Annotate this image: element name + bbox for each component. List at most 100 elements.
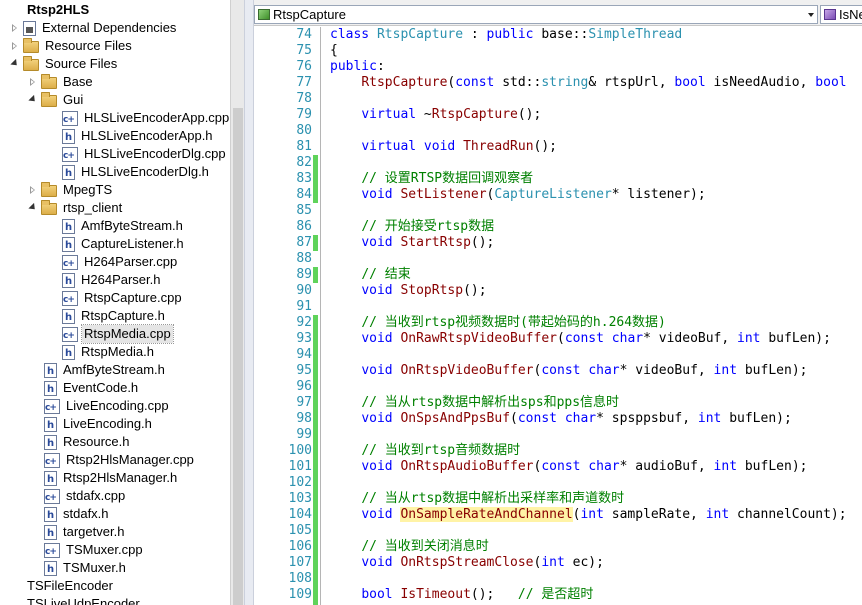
tree-item[interactable]: RtspCapture.cpp bbox=[62, 289, 184, 309]
collapsed-arrow-icon[interactable] bbox=[28, 73, 38, 91]
tree-item-label: EventCode.h bbox=[63, 380, 139, 395]
code-keyword: const bbox=[541, 459, 581, 474]
tree-item[interactable]: Rtsp2HlsManager.h bbox=[44, 469, 179, 489]
tree-item[interactable]: External Dependencies bbox=[10, 19, 178, 37]
tree-item[interactable]: HLSLiveEncoderApp.cpp bbox=[62, 109, 230, 129]
tree-item[interactable]: Gui bbox=[28, 91, 85, 109]
tree-item[interactable]: H264Parser.cpp bbox=[62, 253, 179, 273]
line-number: 98 bbox=[296, 411, 312, 426]
cpp-file-icon bbox=[44, 542, 60, 561]
collapsed-arrow-icon[interactable] bbox=[28, 181, 38, 199]
tree-item[interactable]: HLSLiveEncoderApp.h bbox=[62, 127, 215, 147]
solution-explorer-scrollbar[interactable] bbox=[230, 0, 244, 605]
tree-item[interactable]: Source Files bbox=[10, 55, 119, 73]
code-comment: // 当收到rtsp视频数据时(带起始码的h.264数据) bbox=[361, 315, 666, 330]
pane-splitter[interactable] bbox=[244, 0, 254, 605]
tree-item[interactable]: H264Parser.h bbox=[62, 271, 163, 291]
tree-item[interactable]: AmfByteStream.h bbox=[62, 217, 185, 237]
code-keyword: void bbox=[361, 363, 393, 378]
code-keyword: int bbox=[541, 555, 565, 570]
tree-item[interactable]: targetver.h bbox=[44, 523, 126, 543]
collapsed-arrow-icon[interactable] bbox=[10, 19, 20, 37]
tree-item[interactable]: TSMuxer.h bbox=[44, 559, 128, 579]
code-text: isNeedAudio, bbox=[705, 75, 816, 90]
code-line: virtual void ThreadRun(); bbox=[330, 139, 557, 155]
tree-item[interactable]: RtspCapture.h bbox=[62, 307, 167, 327]
tree-item[interactable]: RtspMedia.h bbox=[62, 343, 156, 363]
code-line: void OnSampleRateAndChannel(int sampleRa… bbox=[330, 507, 847, 523]
code-comment: // 结束 bbox=[361, 267, 411, 282]
tree-item-label: External Dependencies bbox=[42, 20, 177, 35]
code-comment: // 当从rtsp数据中解析出sps和pps信息时 bbox=[361, 395, 620, 410]
tree-item[interactable]: HLSLiveEncoderDlg.cpp bbox=[62, 145, 228, 165]
expanded-arrow-icon[interactable] bbox=[10, 55, 20, 73]
tree-item[interactable]: TSLiveUdpEncoder bbox=[5, 595, 142, 605]
header-file-icon bbox=[44, 506, 57, 525]
code-type: SimpleThread bbox=[588, 27, 683, 42]
code-type: CaptureListener bbox=[494, 187, 612, 202]
tree-item[interactable]: Rtsp2HlsManager.cpp bbox=[44, 451, 196, 471]
code-text: (); bbox=[517, 107, 542, 122]
tree-item[interactable]: RtspMedia.cpp bbox=[62, 324, 174, 345]
chevron-down-icon bbox=[808, 13, 814, 17]
header-file-icon bbox=[62, 272, 75, 291]
header-file-icon bbox=[62, 236, 75, 255]
member-combo[interactable]: IsNe bbox=[820, 5, 862, 24]
line-number: 95 bbox=[296, 363, 312, 378]
tree-item[interactable]: AmfByteStream.h bbox=[44, 361, 167, 381]
tree-item-label: HLSLiveEncoderApp.h bbox=[81, 128, 213, 143]
scrollbar-thumb[interactable] bbox=[233, 108, 243, 605]
tree-item-label: Gui bbox=[63, 92, 84, 107]
line-number: 85 bbox=[296, 203, 312, 218]
code-text: ( bbox=[557, 331, 565, 346]
solution-explorer: Rtsp2HLS External Dependencies Resource Fi… bbox=[0, 0, 230, 605]
code-function: SetListener bbox=[400, 187, 487, 202]
tree-item[interactable]: EventCode.h bbox=[44, 379, 140, 399]
line-number: 109 bbox=[288, 587, 312, 602]
tree-item[interactable]: stdafx.cpp bbox=[44, 487, 127, 507]
tree-item[interactable]: MpegTS bbox=[28, 181, 114, 199]
tree-item[interactable]: stdafx.h bbox=[44, 505, 111, 525]
code-keyword: const bbox=[517, 411, 557, 426]
tree-item[interactable]: HLSLiveEncoderDlg.h bbox=[62, 163, 211, 183]
tree-item[interactable]: Resource Files bbox=[10, 37, 134, 55]
tree-item-label: TSMuxer.h bbox=[63, 560, 126, 575]
tree-item-label: HLSLiveEncoderApp.cpp bbox=[84, 110, 230, 125]
tree-item[interactable]: Rtsp2HLS bbox=[5, 1, 91, 19]
header-file-icon bbox=[44, 434, 57, 453]
tree-item-label: Source Files bbox=[45, 56, 118, 71]
header-file-icon bbox=[62, 128, 75, 147]
tree-item[interactable]: TSFileEncoder bbox=[5, 577, 115, 595]
code-text: bufLen); bbox=[737, 363, 808, 378]
tree-item[interactable]: TSMuxer.cpp bbox=[44, 541, 145, 561]
tree-item[interactable]: LiveEncoding.cpp bbox=[44, 397, 171, 417]
tree-item[interactable]: LiveEncoding.h bbox=[44, 415, 154, 435]
tree-item[interactable]: Resource.h bbox=[44, 433, 131, 453]
line-number: 105 bbox=[288, 523, 312, 538]
expanded-arrow-icon[interactable] bbox=[28, 199, 38, 217]
tree-item-label: Rtsp2HlsManager.cpp bbox=[66, 452, 194, 467]
class-combo[interactable]: RtspCapture bbox=[254, 5, 818, 24]
tree-item[interactable]: rtsp_client bbox=[28, 199, 124, 217]
collapsed-arrow-icon[interactable] bbox=[10, 37, 20, 55]
code-type: string bbox=[541, 75, 589, 90]
tree-item[interactable]: CaptureListener.h bbox=[62, 235, 186, 255]
line-number: 79 bbox=[296, 107, 312, 122]
code-keyword: int bbox=[737, 331, 761, 346]
change-marker bbox=[313, 155, 318, 203]
code-text: : bbox=[463, 27, 487, 42]
tree-item[interactable]: Base bbox=[28, 73, 95, 91]
tree-item-label: HLSLiveEncoderDlg.h bbox=[81, 164, 209, 179]
code-keyword: virtual bbox=[361, 107, 417, 122]
code-text: (); bbox=[533, 139, 558, 154]
line-number: 97 bbox=[296, 395, 312, 410]
expanded-arrow-icon[interactable] bbox=[28, 91, 38, 109]
code-area[interactable]: class RtspCapture : public base::SimpleT… bbox=[330, 27, 862, 605]
